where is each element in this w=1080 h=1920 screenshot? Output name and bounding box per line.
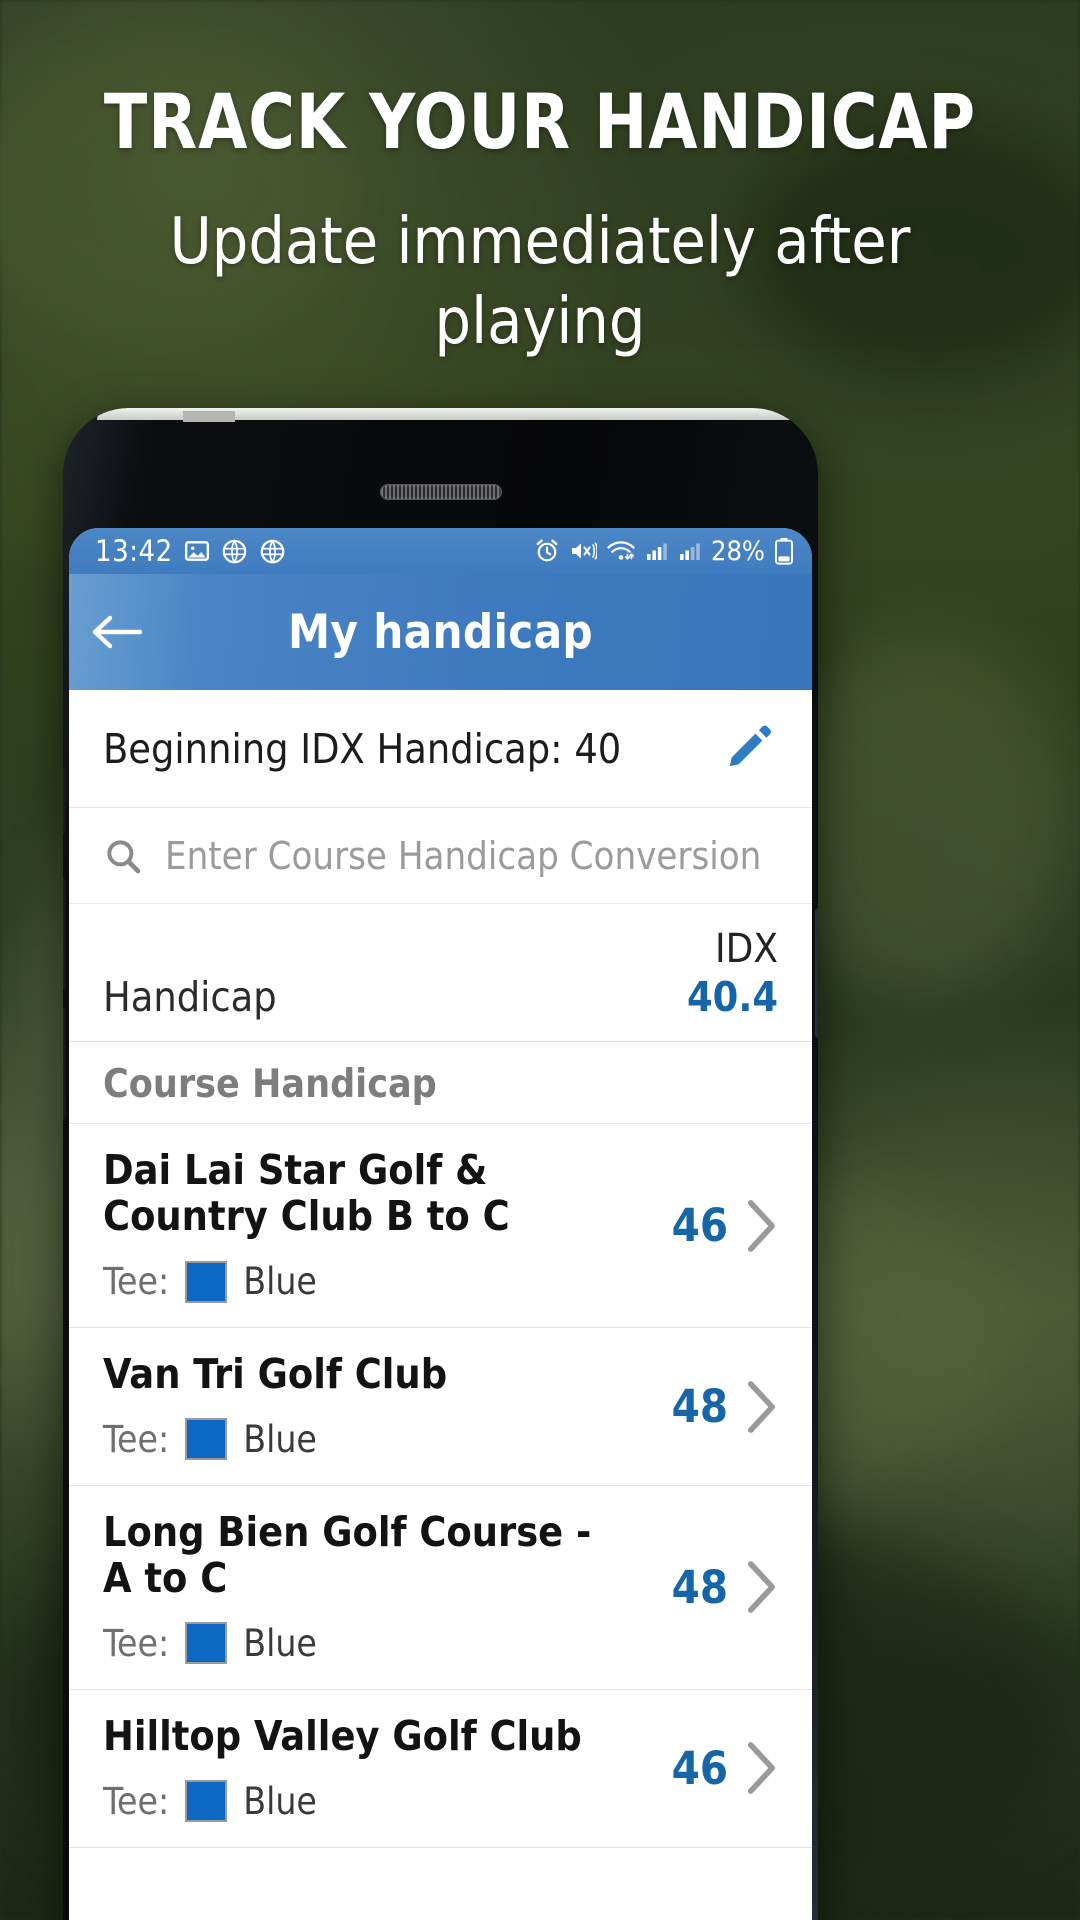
beginning-handicap-row: Beginning IDX Handicap: 40 — [69, 690, 812, 808]
tee-name: Blue — [243, 1260, 317, 1304]
handicap-summary-label: Handicap — [103, 973, 277, 1022]
tee-color-swatch — [185, 1780, 228, 1823]
status-bar-left: 13:42 — [95, 534, 286, 568]
chevron-right-icon[interactable] — [728, 1198, 790, 1254]
signal-icon — [645, 539, 669, 563]
course-handicap-value: 46 — [671, 1741, 728, 1795]
course-name: Hilltop Valley Golf Club — [103, 1711, 582, 1760]
course-info: Long Bien Golf Course - A to C Tee: Blue — [103, 1507, 642, 1665]
wifi-icon — [606, 538, 636, 564]
side-button[interactable] — [63, 768, 66, 834]
golf-ball-icon — [221, 538, 248, 565]
golf-ball-icon — [259, 538, 286, 565]
earpiece-speaker — [379, 484, 502, 500]
tee-label: Tee: — [103, 1621, 170, 1665]
tee-line: Tee: Blue — [103, 1780, 624, 1823]
tee-line: Tee: Blue — [103, 1260, 624, 1303]
phone-frame: 13:42 28% My handicap Beginning IDX Hand… — [63, 408, 818, 1920]
handicap-summary-row: Handicap IDX 40.4 — [69, 904, 812, 1043]
tee-line: Tee: Blue — [103, 1418, 624, 1461]
course-name: Van Tri Golf Club — [103, 1350, 448, 1399]
tee-color-swatch — [185, 1418, 228, 1461]
phone-screen: 13:42 28% My handicap Beginning IDX Hand… — [69, 528, 812, 1920]
course-handicap-value: 48 — [671, 1380, 728, 1434]
course-list: Dai Lai Star Golf & Country Club B to C T… — [69, 1124, 812, 1848]
status-bar-clock: 13:42 — [95, 534, 173, 568]
course-row[interactable]: Hilltop Valley Golf Club Tee: Blue 46 — [69, 1689, 812, 1848]
app-bar: My handicap — [69, 574, 812, 690]
page-title: My handicap — [287, 604, 593, 660]
volume-up-button[interactable] — [63, 878, 66, 990]
promo-subheadline: Update immediately after playing — [169, 204, 911, 359]
course-row[interactable]: Long Bien Golf Course - A to C Tee: Blue 48 — [69, 1485, 812, 1690]
course-handicap-section-header: Course Handicap — [69, 1042, 812, 1125]
volume-down-button[interactable] — [63, 1008, 66, 1120]
search-icon — [103, 836, 143, 876]
handicap-summary-values: IDX 40.4 — [687, 926, 778, 1023]
course-info: Hilltop Valley Golf Club Tee: Blue — [103, 1711, 642, 1823]
tee-name: Blue — [243, 1621, 317, 1665]
mute-vibrate-icon — [569, 538, 597, 564]
tee-line: Tee: Blue — [103, 1622, 624, 1665]
tee-name: Blue — [243, 1779, 317, 1823]
search-input[interactable]: Enter Course Handicap Conversion — [165, 834, 761, 878]
tee-color-swatch — [185, 1260, 228, 1303]
chevron-right-icon[interactable] — [728, 1740, 790, 1796]
image-icon — [184, 538, 210, 564]
course-handicap-value: 46 — [671, 1199, 728, 1253]
phone-top-chrome-notch — [183, 411, 235, 422]
course-row[interactable]: Van Tri Golf Club Tee: Blue 48 — [69, 1328, 812, 1486]
edit-handicap-button[interactable] — [706, 710, 784, 787]
back-arrow-icon — [90, 612, 144, 652]
course-name: Long Bien Golf Course - A to C — [103, 1507, 592, 1602]
tee-name: Blue — [243, 1417, 317, 1461]
tee-label: Tee: — [103, 1417, 170, 1461]
course-info: Van Tri Golf Club Tee: Blue — [103, 1350, 642, 1461]
power-button[interactable] — [815, 908, 818, 1038]
phone-mockup: 13:42 28% My handicap Beginning IDX Hand… — [63, 408, 818, 1920]
idx-value: 40.4 — [686, 973, 778, 1021]
course-handicap-value: 48 — [671, 1560, 728, 1614]
promo-headline: TRACK YOUR HANDICAP — [103, 77, 977, 166]
idx-column-header: IDX — [715, 926, 778, 972]
course-name: Dai Lai Star Golf & Country Club B to C — [103, 1146, 510, 1241]
signal-icon — [678, 539, 702, 563]
chevron-right-icon[interactable] — [728, 1379, 790, 1435]
status-bar: 13:42 28% — [69, 528, 812, 574]
tee-label: Tee: — [103, 1779, 170, 1823]
tee-label: Tee: — [103, 1260, 170, 1304]
main-content: Beginning IDX Handicap: 40 Enter Course … — [69, 690, 812, 1848]
pencil-icon — [724, 720, 776, 772]
search-bar[interactable]: Enter Course Handicap Conversion — [69, 808, 812, 904]
status-bar-right: 28% — [534, 536, 794, 567]
battery-icon — [774, 537, 794, 565]
beginning-handicap-label: Beginning IDX Handicap: 40 — [103, 724, 622, 773]
chevron-right-icon[interactable] — [728, 1559, 790, 1615]
promo-text-block: TRACK YOUR HANDICAP Update immediately a… — [0, 82, 1080, 362]
tee-color-swatch — [185, 1622, 228, 1665]
alarm-icon — [534, 538, 560, 564]
course-info: Dai Lai Star Golf & Country Club B to C T… — [103, 1146, 642, 1303]
course-row[interactable]: Dai Lai Star Golf & Country Club B to C T… — [69, 1124, 812, 1329]
battery-percentage: 28% — [711, 535, 765, 567]
back-button[interactable] — [69, 612, 165, 652]
